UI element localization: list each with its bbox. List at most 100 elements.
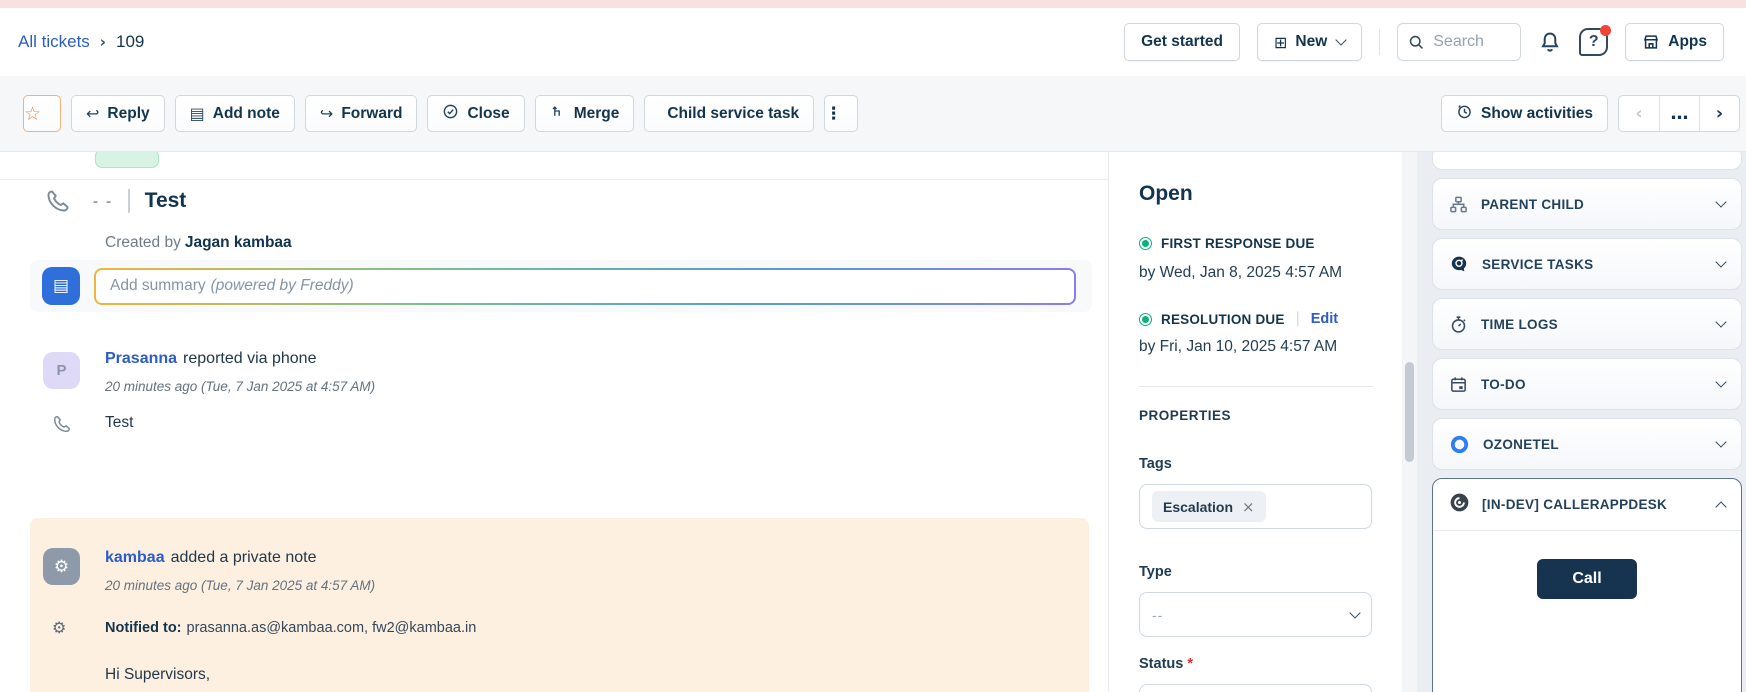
sidebar-card-time-logs[interactable]: TIME LOGS [1432,298,1742,350]
apps-sidebar: PARENT CHILD SERVICE TASKS TIME LOGS [1417,152,1746,692]
search-box[interactable] [1397,23,1521,61]
reply-label: Reply [107,105,149,123]
phone-channel-icon [45,188,71,214]
plus-square-icon: ⊞ [1274,33,1287,52]
sidebar-card-to-do[interactable]: TO-DO [1432,358,1742,410]
more-actions-button[interactable]: ⋮ [824,95,858,132]
edit-resolution-link[interactable]: Edit [1311,311,1338,327]
freddy-summary-button[interactable]: ▤ [42,267,80,305]
tag-chip: Escalation × [1152,491,1266,522]
apps-button-label: Apps [1668,33,1707,51]
chevron-down-icon [1715,316,1726,327]
new-button[interactable]: ⊞ New [1257,23,1362,61]
header: All tickets › 109 Get started ⊞ New [0,8,1746,76]
previous-ticket-button[interactable]: ‹ [1619,96,1659,131]
add-note-button[interactable]: ▤ Add note [175,95,295,132]
breadcrumb-ticket-id: 109 [116,32,144,52]
breadcrumb-all-tickets-link[interactable]: All tickets [18,32,90,52]
source-dashes: - - [93,193,113,210]
properties-heading: PROPERTIES [1139,408,1231,423]
resolution-due-label: RESOLUTION DUE [1161,312,1285,327]
summary-input[interactable]: Add summary (powered by Freddy) [96,270,1074,303]
cutoff-card[interactable] [1432,152,1742,170]
ticket-status-heading: Open [1139,182,1193,206]
sidebar-card-label: OZONETEL [1483,437,1559,452]
help-question-glyph: ? [1589,33,1599,51]
add-note-label: Add note [213,105,280,123]
author-action: reported via phone [183,350,316,367]
help-notification-dot [1600,25,1611,36]
get-started-button[interactable]: Get started [1124,23,1240,61]
reply-icon: ↩ [86,104,99,123]
tags-label: Tags [1139,456,1172,472]
help-icon[interactable]: ? [1579,28,1608,56]
content-area: - - Test Created byJagan kambaa ▤ Add su… [0,152,1746,692]
resolution-due: by Fri, Jan 10, 2025 4:57 AM [1139,338,1337,356]
sidebar-card-ozonetel[interactable]: OZONETEL [1432,418,1742,470]
scrollbar-thumb[interactable] [1405,362,1414,462]
notifications-bell-icon[interactable] [1538,30,1562,54]
toolbar-actions: ☆ ↩ Reply ▤ Add note ↪ Forward Close [23,95,858,132]
type-select[interactable]: -- [1139,592,1372,637]
tag-chip-label: Escalation [1163,499,1233,515]
notified-to-line: Notified to:prasanna.as@kambaa.com, fw2@… [105,620,476,636]
forward-button[interactable]: ↪ Forward [305,95,418,132]
storefront-icon [1642,33,1660,51]
ticket-toolbar: ☆ ↩ Reply ▤ Add note ↪ Forward Close [0,76,1746,152]
history-clock-icon [1456,103,1473,125]
close-ticket-button[interactable]: Close [427,95,524,132]
ticket-header: - - Test [45,188,186,214]
first-response-due: by Wed, Jan 8, 2025 4:57 AM [1139,264,1342,282]
edit-divider: | [1296,310,1300,328]
type-label: Type [1139,564,1172,580]
ticket-pagination: ‹ … › [1618,95,1740,132]
chevron-down-icon [1715,376,1726,387]
search-input[interactable] [1433,33,1511,51]
swirl-icon [1449,492,1470,518]
conversation-timestamp: 20 minutes ago (Tue, 7 Jan 2025 at 4:57 … [105,379,375,394]
sidebar-card-service-tasks[interactable]: SERVICE TASKS [1432,238,1742,290]
chevron-down-icon [1715,436,1726,447]
summary-strip: ▤ Add summary (powered by Freddy) [30,260,1092,312]
header-divider [1379,29,1380,55]
show-activities-button[interactable]: Show activities [1441,95,1608,132]
callerappdesk-body: Call [1433,531,1741,599]
star-ticket-button[interactable]: ☆ [23,95,61,132]
status-select[interactable] [1139,684,1372,692]
author-link[interactable]: kambaa [105,549,165,566]
apps-button[interactable]: Apps [1625,23,1724,61]
call-button[interactable]: Call [1537,559,1637,599]
vertical-scrollbar[interactable] [1402,152,1417,692]
callerappdesk-header[interactable]: [IN-DEV] CALLERAPPDESK [1433,479,1741,531]
search-icon [1408,34,1425,51]
next-ticket-button[interactable]: › [1699,96,1739,131]
pagination-more-button[interactable]: … [1659,96,1699,131]
notified-to-label: Notified to: [105,620,182,636]
required-asterisk: * [1187,656,1193,672]
child-service-task-button[interactable]: Child service task [644,95,814,132]
properties-panel: Open FIRST RESPONSE DUE by Wed, Jan 8, 2… [1108,152,1402,692]
title-divider [128,189,130,213]
remove-tag-icon[interactable]: × [1242,498,1255,516]
ring-icon [1449,434,1470,455]
first-response-label: FIRST RESPONSE DUE [1161,236,1315,251]
scrolled-status-badge [95,152,159,168]
reply-button[interactable]: ↩ Reply [71,95,165,132]
sidebar-card-parent-child[interactable]: PARENT CHILD [1432,178,1742,230]
conversation-message: Test [105,414,133,432]
sidebar-card-label: TO-DO [1481,377,1526,392]
close-label: Close [467,105,509,123]
phone-message-icon [52,414,72,439]
tags-input[interactable]: Escalation × [1139,484,1372,529]
note-body: Hi Supervisors, [105,666,210,684]
merge-label: Merge [574,105,620,123]
toolbar-right: Show activities ‹ … › [1441,95,1740,132]
breadcrumb-chevron-icon: › [100,33,106,51]
sidebar-card-callerappdesk: [IN-DEV] CALLERAPPDESK Call [1432,478,1742,692]
author-link[interactable]: Prasanna [105,350,177,367]
created-by-label: Created by [105,234,181,251]
status-label: Status* [1139,656,1193,672]
status-label-text: Status [1139,656,1183,672]
merge-button[interactable]: Merge [535,95,635,132]
header-actions: Get started ⊞ New ? [1124,23,1724,61]
